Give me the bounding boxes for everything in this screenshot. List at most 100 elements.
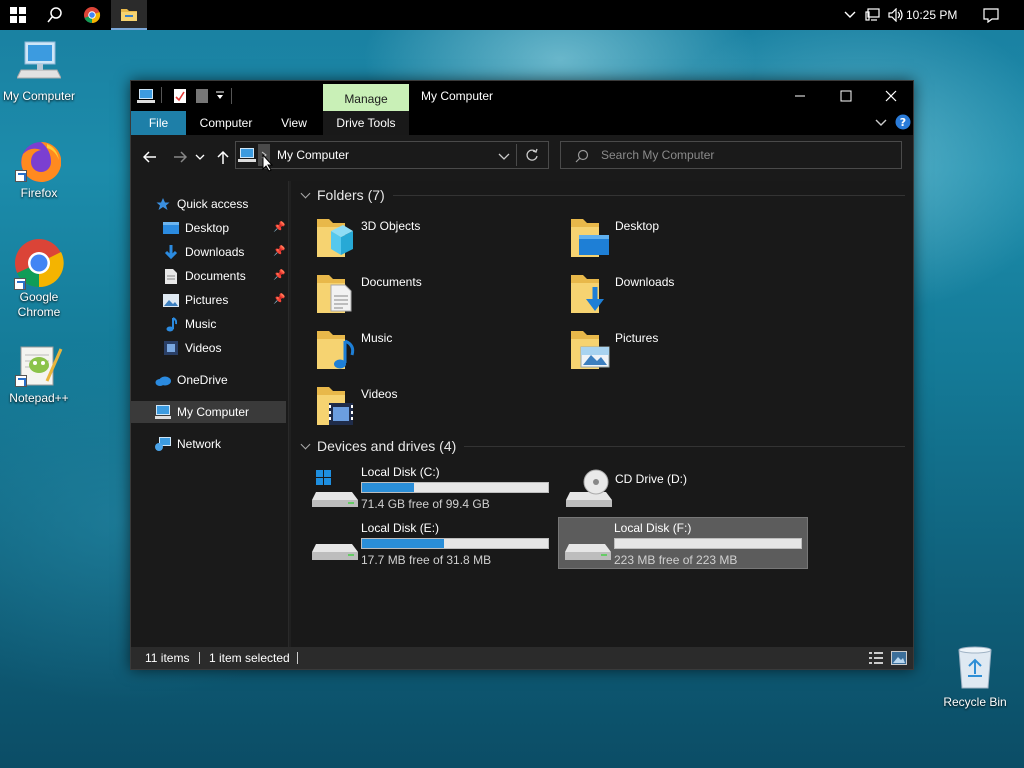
clock[interactable]: 10:25 PM bbox=[906, 0, 957, 30]
drive-c[interactable]: Local Disk (C:) 71.4 GB free of 99.4 GB bbox=[306, 462, 554, 512]
folder-3d-objects[interactable]: 3D Objects bbox=[315, 215, 555, 267]
large-icons-view-icon bbox=[891, 651, 907, 665]
start-button[interactable] bbox=[0, 0, 36, 30]
tray-network[interactable] bbox=[862, 0, 884, 30]
drive-f[interactable]: Local Disk (F:) 223 MB free of 223 MB bbox=[558, 517, 808, 569]
folder-documents[interactable]: Documents bbox=[315, 271, 555, 323]
folder-name: Pictures bbox=[615, 331, 659, 345]
pin-icon[interactable]: 📌 bbox=[273, 222, 285, 233]
folder-downloads[interactable]: Downloads bbox=[569, 271, 809, 323]
nav-downloads[interactable]: Downloads bbox=[163, 241, 244, 263]
search-button[interactable] bbox=[37, 0, 73, 30]
close-button[interactable] bbox=[868, 81, 914, 111]
desktop-icon-google-chrome[interactable]: Google Chrome bbox=[0, 238, 78, 320]
file-explorer-window: Manage My Computer File Computer View Dr… bbox=[130, 80, 914, 670]
nav-label: Music bbox=[185, 317, 217, 331]
maximize-button[interactable] bbox=[823, 81, 869, 111]
properties-button[interactable] bbox=[173, 88, 187, 107]
nav-label: Pictures bbox=[185, 293, 229, 307]
details-view-button[interactable] bbox=[869, 652, 883, 667]
nav-onedrive[interactable]: OneDrive bbox=[155, 369, 228, 391]
downloads-folder-icon bbox=[571, 275, 604, 313]
address-bar[interactable]: My Computer bbox=[235, 141, 549, 172]
recent-locations-button[interactable] bbox=[194, 147, 206, 167]
folder-videos[interactable]: Videos bbox=[315, 383, 555, 435]
tray-overflow[interactable] bbox=[840, 0, 860, 30]
search-input[interactable]: Search My Computer bbox=[601, 142, 714, 169]
new-folder-icon bbox=[196, 89, 208, 103]
search-box[interactable]: Search My Computer bbox=[560, 141, 902, 169]
nav-label: Videos bbox=[185, 341, 222, 355]
address-dropdown-button[interactable] bbox=[498, 151, 510, 165]
tab-view[interactable]: View bbox=[265, 111, 323, 135]
drive-name: Local Disk (C:) bbox=[361, 465, 440, 479]
desktop-icon-firefox[interactable]: Firefox bbox=[0, 138, 78, 201]
large-icons-view-button[interactable] bbox=[891, 651, 907, 668]
expand-ribbon-button[interactable] bbox=[875, 117, 887, 131]
arrow-left-icon bbox=[143, 151, 156, 163]
nav-pictures[interactable]: Pictures bbox=[163, 289, 228, 311]
tab-manage[interactable]: Manage bbox=[323, 84, 409, 111]
folder-pictures[interactable]: Pictures bbox=[569, 327, 809, 379]
tab-file[interactable]: File bbox=[131, 111, 186, 135]
refresh-button[interactable] bbox=[525, 148, 539, 165]
search-icon bbox=[575, 149, 589, 166]
desktop-icon-notepadpp[interactable]: Notepad++ bbox=[0, 343, 78, 406]
forward-button[interactable] bbox=[171, 147, 189, 167]
drive-usage-fill bbox=[362, 483, 415, 492]
help-button[interactable]: ? bbox=[895, 114, 911, 133]
nav-music[interactable]: Music bbox=[163, 313, 216, 335]
group-header-label: Folders (7) bbox=[317, 187, 385, 203]
qat-customize-button[interactable] bbox=[215, 89, 225, 104]
drive-e[interactable]: Local Disk (E:) 17.7 MB free of 31.8 MB bbox=[306, 518, 554, 568]
status-item-count: 11 items bbox=[145, 651, 190, 665]
nav-documents[interactable]: Documents bbox=[163, 265, 246, 287]
star-icon bbox=[155, 196, 171, 212]
folder-name: 3D Objects bbox=[361, 219, 421, 233]
group-divider bbox=[392, 194, 905, 196]
chrome-icon bbox=[84, 7, 101, 24]
taskbar-file-explorer[interactable] bbox=[111, 0, 147, 30]
up-button[interactable] bbox=[214, 147, 232, 167]
taskbar-chrome[interactable] bbox=[74, 0, 110, 30]
hard-drive-icon bbox=[312, 544, 358, 560]
group-header-folders[interactable]: Folders (7) bbox=[299, 185, 905, 205]
address-computer-icon bbox=[238, 147, 256, 166]
computer-icon bbox=[155, 404, 171, 420]
drive-name: CD Drive (D:) bbox=[615, 472, 687, 486]
download-icon bbox=[163, 244, 179, 260]
nav-videos[interactable]: Videos bbox=[163, 337, 221, 359]
chevron-down-icon bbox=[300, 188, 311, 198]
nav-my-computer[interactable]: My Computer bbox=[131, 401, 286, 423]
new-folder-button[interactable] bbox=[195, 88, 209, 107]
address-text[interactable]: My Computer bbox=[277, 142, 349, 169]
pin-icon[interactable]: 📌 bbox=[273, 246, 285, 257]
status-separator bbox=[297, 652, 298, 664]
notification-icon bbox=[983, 7, 999, 23]
desktop-icon-my-computer[interactable]: My Computer bbox=[0, 40, 78, 104]
pin-icon[interactable]: 📌 bbox=[273, 270, 285, 281]
nav-quick-access[interactable]: Quick access bbox=[155, 193, 248, 215]
chevron-down-icon bbox=[498, 153, 510, 160]
back-button[interactable] bbox=[141, 147, 159, 167]
desktop-folder-icon bbox=[163, 220, 179, 236]
group-header-devices[interactable]: Devices and drives (4) bbox=[299, 436, 905, 456]
pin-icon[interactable]: 📌 bbox=[273, 294, 285, 305]
desktop-icon-recycle-bin[interactable]: Recycle Bin bbox=[936, 644, 1014, 710]
folder-name: Videos bbox=[361, 387, 398, 401]
hard-drive-icon bbox=[565, 544, 611, 560]
drive-d[interactable]: CD Drive (D:) bbox=[560, 462, 808, 512]
folder-music[interactable]: Music bbox=[315, 327, 555, 379]
windows-logo-icon bbox=[10, 7, 26, 23]
nav-desktop[interactable]: Desktop bbox=[163, 217, 229, 239]
tab-computer[interactable]: Computer bbox=[187, 111, 265, 135]
nav-network[interactable]: Network bbox=[155, 433, 221, 455]
tray-volume[interactable] bbox=[886, 0, 906, 30]
shortcut-arrow-icon bbox=[15, 170, 27, 182]
cloud-icon bbox=[155, 372, 171, 388]
folder-desktop[interactable]: Desktop bbox=[569, 215, 809, 267]
minimize-button[interactable] bbox=[777, 81, 823, 111]
nav-label: Downloads bbox=[185, 245, 245, 259]
action-center-button[interactable] bbox=[978, 0, 1004, 30]
folder-name: Downloads bbox=[615, 275, 675, 289]
